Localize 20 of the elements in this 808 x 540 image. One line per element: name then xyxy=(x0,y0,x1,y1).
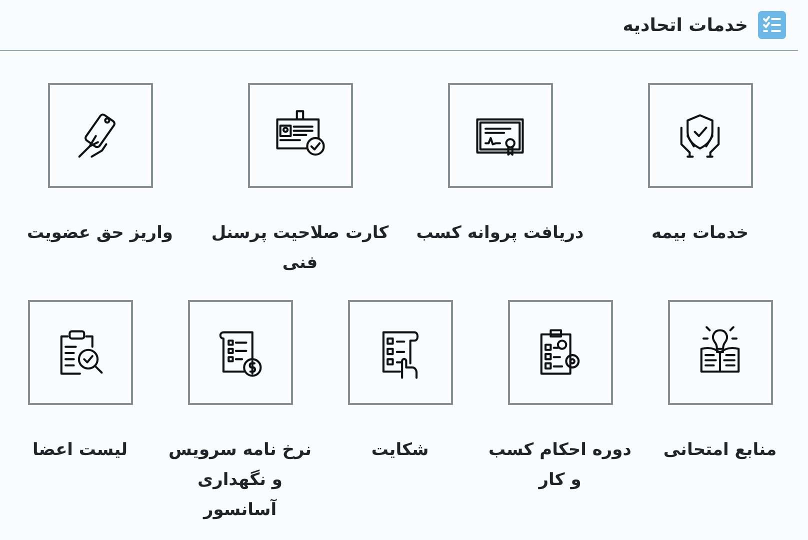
service-tile[interactable] xyxy=(188,300,292,405)
service-tile[interactable] xyxy=(668,300,772,405)
checklist-icon xyxy=(758,11,786,39)
service-label[interactable]: نرخ نامه سرویس و نگهداری آسانسور xyxy=(165,435,315,525)
service-label[interactable]: کارت صلاحیت پرسنل فنی xyxy=(208,218,392,278)
service-label[interactable]: دوره احکام کسب و کار xyxy=(485,435,635,495)
service-tile[interactable] xyxy=(248,83,352,188)
service-label[interactable]: لیست اعضا xyxy=(32,435,128,465)
service-label[interactable]: دریافت پروانه کسب xyxy=(416,218,584,248)
service-label[interactable]: شکایت xyxy=(371,435,429,465)
service-tile[interactable] xyxy=(48,83,152,188)
service-label[interactable]: منابع امتحانی xyxy=(663,435,777,465)
section-title: خدمات اتحادیه xyxy=(622,14,748,36)
service-tile[interactable] xyxy=(648,83,752,188)
service-label[interactable]: واریز حق عضویت xyxy=(27,218,173,248)
service-label[interactable]: خدمات بیمه xyxy=(652,218,749,248)
service-tile[interactable] xyxy=(28,300,132,405)
service-tile[interactable] xyxy=(508,300,612,405)
service-tile[interactable] xyxy=(448,83,552,188)
service-tile[interactable] xyxy=(348,300,452,405)
